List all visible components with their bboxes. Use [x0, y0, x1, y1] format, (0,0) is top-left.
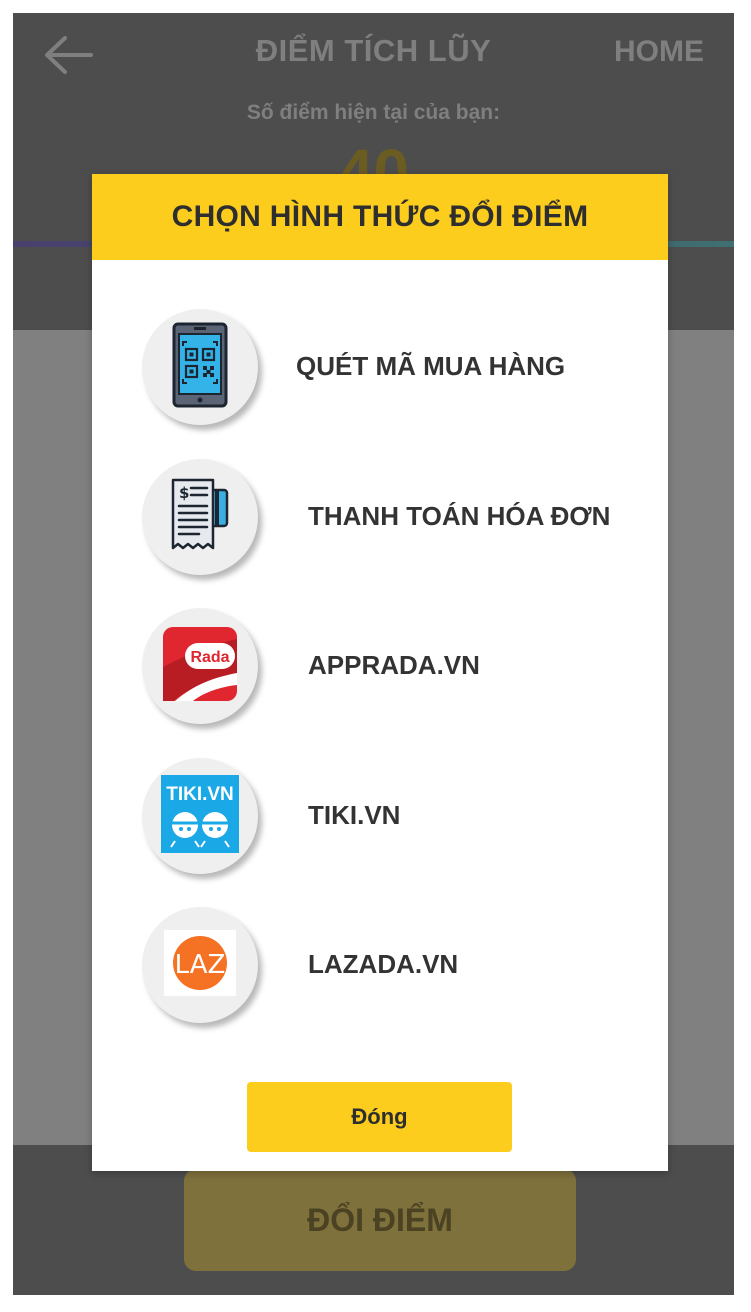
dialog-title: CHỌN HÌNH THỨC ĐỔI ĐIỂM [171, 200, 589, 233]
rada-logo-icon: Rada [163, 626, 237, 706]
option-icon-circle: Rada [142, 608, 258, 724]
option-icon-circle [142, 309, 258, 425]
option-apprada[interactable]: Rada APPRADA.VN [142, 608, 642, 724]
option-label: APPRADA.VN [308, 650, 480, 680]
redeem-points-button[interactable]: ĐỔI ĐIỂM [184, 1169, 576, 1271]
option-label: TIKI.VN [308, 800, 401, 830]
svg-text:LAZ: LAZ [175, 950, 226, 980]
option-label: QUÉT MÃ MUA HÀNG [296, 351, 566, 381]
dialog-header: CHỌN HÌNH THỨC ĐỔI ĐIỂM [92, 174, 668, 260]
points-label: Số điểm hiện tại của bạn: [246, 101, 501, 124]
lazada-logo-icon: LAZ [164, 929, 236, 1001]
svg-text:Rada: Rada [190, 649, 229, 666]
close-button[interactable]: Đóng [247, 1082, 512, 1152]
option-label: THANH TOÁN HÓA ĐƠN [308, 501, 611, 531]
redeem-method-dialog: CHỌN HÌNH THỨC ĐỔI ĐIỂM QUÉT MÃ MUA HÀNG… [92, 174, 668, 1171]
tiki-logo-icon: TIKI.VN [161, 774, 239, 858]
bill-payment-icon: $ [169, 476, 231, 559]
option-label: LAZADA.VN [308, 949, 459, 979]
option-icon-circle: LAZ [142, 907, 258, 1023]
option-tiki[interactable]: TIKI.VN TIKI.VN [142, 758, 642, 874]
option-icon-circle: TIKI.VN [142, 758, 258, 874]
qr-phone-icon [172, 322, 228, 413]
svg-text:TIKI.VN: TIKI.VN [166, 784, 234, 805]
option-lazada[interactable]: LAZ LAZADA.VN [142, 907, 642, 1023]
phone-screen: ĐIỂM TÍCH LŨY HOME Số điểm hiện tại của … [13, 13, 734, 1295]
option-icon-circle: $ [142, 459, 258, 575]
home-link[interactable]: HOME [614, 35, 704, 69]
svg-text:$: $ [179, 484, 189, 502]
option-bill-payment[interactable]: $ THANH TOÁN HÓA ĐƠN [142, 459, 642, 575]
option-scan-qr[interactable]: QUÉT MÃ MUA HÀNG [142, 309, 642, 425]
